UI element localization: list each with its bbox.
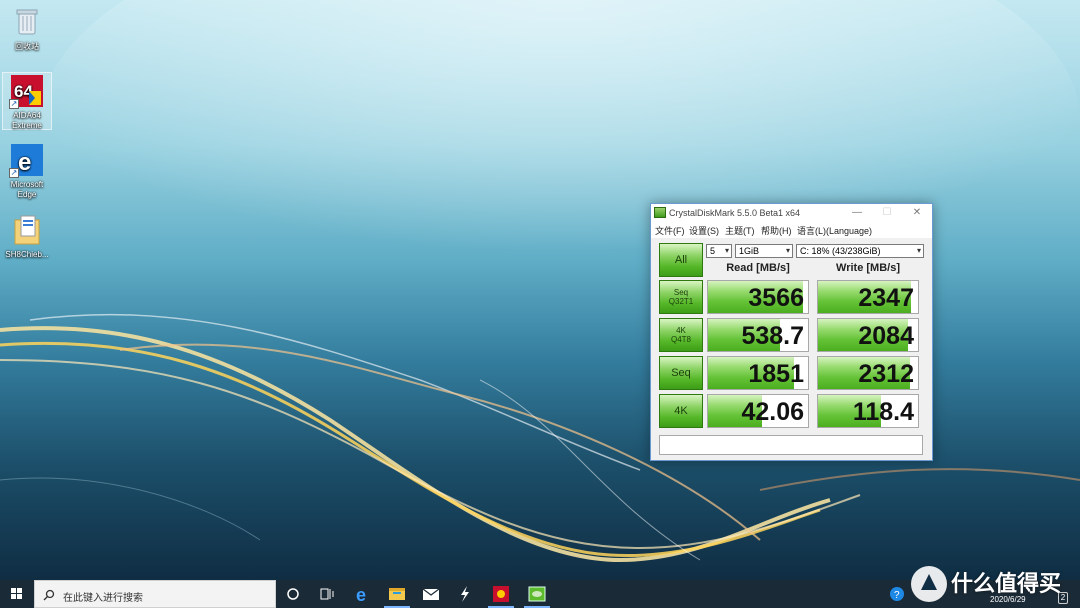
watermark: 什么值得买	[905, 560, 1077, 606]
maximize-button[interactable]: ☐	[872, 204, 902, 222]
app-bolt-icon	[461, 586, 469, 602]
drive-select[interactable]: C: 18% (43/238GiB) ▾	[796, 244, 924, 258]
desktop-icon-label: AIDA64 Extreme	[12, 111, 42, 130]
read-result-4k: 42.06	[707, 394, 809, 428]
menu-theme[interactable]: 主题(T)	[725, 224, 755, 237]
shortcut-arrow-icon: ↗	[9, 99, 19, 109]
edge-icon: e ↗	[9, 142, 45, 178]
test-label-line2: Q32T1	[668, 297, 694, 306]
window-title: CrystalDiskMark 5.5.0 Beta1 x64	[669, 208, 801, 218]
crystaldiskmark-icon	[528, 586, 546, 602]
chevron-down-icon: ▾	[724, 246, 729, 255]
result-value: 1851	[748, 360, 804, 388]
write-result-4k-q4t8: 2084	[817, 318, 919, 352]
desktop-icon-label: 回收站	[15, 42, 39, 51]
write-result-seq: 2312	[817, 356, 919, 390]
minimize-button[interactable]: —	[842, 204, 872, 222]
test-label-line1: 4K	[674, 404, 688, 417]
recycle-bin-icon	[9, 4, 45, 40]
chevron-down-icon: ▾	[785, 246, 790, 255]
result-value: 2084	[858, 322, 914, 350]
test-label-line2: Q4T8	[670, 335, 691, 344]
menu-language[interactable]: 语言(L)(Language)	[797, 224, 872, 237]
size-select[interactable]: 1GiB ▾	[735, 244, 793, 258]
svg-text:e: e	[18, 149, 31, 176]
windows-logo-icon	[11, 588, 22, 599]
test-button-4k-q4t8[interactable]: 4K Q4T8	[659, 318, 703, 352]
file-explorer-icon	[389, 588, 405, 600]
svg-text:?: ?	[894, 590, 900, 601]
count-select[interactable]: 5 ▾	[706, 244, 732, 258]
desktop-icon-aida64[interactable]: 64 ↗ AIDA64 Extreme	[2, 72, 52, 130]
cortana-icon	[287, 588, 299, 600]
edge-icon: e	[356, 585, 366, 605]
desktop-icon-label: Microsoft Edge	[10, 180, 44, 199]
result-value: 42.06	[741, 398, 804, 426]
search-box[interactable]: 在此键入进行搜索	[34, 580, 276, 608]
taskbar-mail[interactable]	[414, 580, 448, 608]
cortana-button[interactable]	[276, 580, 310, 608]
desktop-icon-edge[interactable]: e ↗ Microsoft Edge	[2, 142, 52, 200]
write-header: Write [MB/s]	[836, 262, 900, 274]
chevron-down-icon: ▾	[916, 246, 921, 255]
write-result-4k: 118.4	[817, 394, 919, 428]
test-label-line1: 4K	[676, 326, 686, 335]
result-value: 3566	[748, 284, 804, 312]
shortcut-arrow-icon: ↗	[9, 168, 19, 178]
test-label-line1: Seq	[671, 366, 691, 379]
test-button-seq-q32t1[interactable]: Seq Q32T1	[659, 280, 703, 314]
watermark-logo-icon	[911, 566, 947, 602]
svg-text:e: e	[356, 585, 366, 605]
taskbar-crystaldiskmark[interactable]	[520, 580, 554, 608]
read-result-seq-q32t1: 3566	[707, 280, 809, 314]
all-button[interactable]: All	[659, 243, 703, 277]
test-button-4k[interactable]: 4K	[659, 394, 703, 428]
taskbar-edge[interactable]: e	[346, 580, 380, 608]
result-value: 538.7	[741, 322, 804, 350]
menu-file[interactable]: 文件(F)	[655, 224, 685, 237]
result-value: 2312	[858, 360, 914, 388]
count-select-value: 5	[710, 246, 716, 256]
title-bar[interactable]: CrystalDiskMark 5.5.0 Beta1 x64 — ☐ ✕	[651, 204, 932, 222]
desktop[interactable]: 回收站 64 ↗ AIDA64 Extreme e ↗ Microsoft Ed…	[0, 0, 1080, 580]
all-button-label: All	[674, 253, 688, 266]
taskbar-app-bolt[interactable]	[448, 580, 482, 608]
comment-field[interactable]	[659, 435, 923, 455]
test-label-line1: Seq	[673, 288, 689, 297]
crystaldiskmark-window[interactable]: CrystalDiskMark 5.5.0 Beta1 x64 — ☐ ✕ 文件…	[650, 203, 933, 461]
search-icon	[43, 589, 55, 601]
desktop-icon-document[interactable]: SH8Chieb...	[2, 212, 52, 262]
menu-bar: 文件(F) 设置(S) 主题(T) 帮助(H) 语言(L)(Language)	[651, 222, 932, 238]
desktop-icon-recycle-bin[interactable]: 回收站	[2, 4, 52, 54]
aida64-icon: 64 ↗	[9, 73, 45, 109]
watermark-text: 什么值得买	[951, 572, 1062, 597]
menu-help[interactable]: 帮助(H)	[761, 224, 792, 237]
write-result-seq-q32t1: 2347	[817, 280, 919, 314]
read-header: Read [MB/s]	[726, 262, 790, 274]
crystaldiskmark-icon	[654, 207, 666, 218]
read-result-4k-q4t8: 538.7	[707, 318, 809, 352]
taskbar-file-explorer[interactable]	[380, 580, 414, 608]
task-view-button[interactable]	[310, 580, 344, 608]
desktop-icon-label: SH8Chieb...	[5, 250, 49, 259]
test-button-seq[interactable]: Seq	[659, 356, 703, 390]
menu-settings[interactable]: 设置(S)	[689, 224, 719, 237]
drive-select-value: C: 18% (43/238GiB)	[800, 246, 881, 256]
mail-icon	[422, 588, 440, 600]
close-button[interactable]: ✕	[902, 204, 932, 222]
aida64-icon	[493, 586, 509, 602]
read-result-seq: 1851	[707, 356, 809, 390]
result-value: 118.4	[852, 398, 914, 426]
taskbar-aida64[interactable]	[484, 580, 518, 608]
result-value: 2347	[858, 284, 914, 312]
size-select-value: 1GiB	[739, 246, 760, 256]
search-placeholder: 在此键入进行搜索	[63, 593, 143, 604]
task-view-icon	[320, 588, 334, 600]
folder-document-icon	[9, 212, 45, 248]
start-button[interactable]	[0, 580, 34, 608]
